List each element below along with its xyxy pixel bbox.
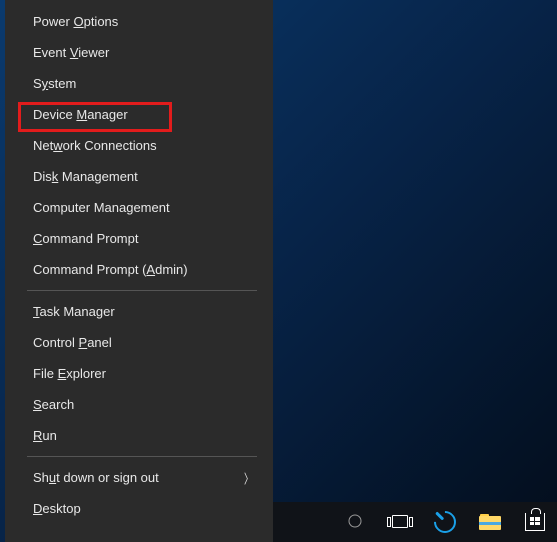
menu-event-viewer[interactable]: Event Viewer	[5, 37, 273, 68]
menu-device-manager[interactable]: Device Manager	[5, 99, 273, 130]
taskbar-task-view[interactable]	[378, 502, 423, 542]
edge-icon	[429, 506, 460, 537]
menu-command-prompt-admin[interactable]: Command Prompt (Admin)	[5, 254, 273, 285]
menu-search[interactable]: Search	[5, 389, 273, 420]
menu-power-options[interactable]: Power Options	[5, 6, 273, 37]
menu-control-panel[interactable]: Control Panel	[5, 327, 273, 358]
menu-run[interactable]: Run	[5, 420, 273, 451]
menu-file-explorer[interactable]: File Explorer	[5, 358, 273, 389]
menu-network-connections[interactable]: Network Connections	[5, 130, 273, 161]
menu-system[interactable]: System	[5, 68, 273, 99]
taskbar-cortana[interactable]	[333, 502, 378, 542]
menu-separator	[27, 290, 257, 291]
store-icon	[525, 513, 545, 531]
taskview-icon	[389, 514, 411, 530]
menu-desktop[interactable]: Desktop	[5, 493, 273, 524]
menu-disk-management[interactable]: Disk Management	[5, 161, 273, 192]
menu-command-prompt[interactable]: Command Prompt	[5, 223, 273, 254]
cortana-icon	[347, 513, 363, 532]
taskbar-edge[interactable]	[423, 502, 468, 542]
taskbar-store[interactable]	[512, 502, 557, 542]
menu-task-manager[interactable]: Task Manager	[5, 296, 273, 327]
menu-computer-management[interactable]: Computer Management	[5, 192, 273, 223]
menu-shutdown-signout[interactable]: Shut down or sign out	[5, 462, 273, 493]
taskbar	[273, 502, 557, 542]
winx-context-menu: Power OptionsEvent ViewerSystemDevice Ma…	[5, 0, 273, 542]
explorer-icon	[479, 514, 501, 530]
taskbar-file-explorer[interactable]	[467, 502, 512, 542]
menu-separator	[27, 456, 257, 457]
